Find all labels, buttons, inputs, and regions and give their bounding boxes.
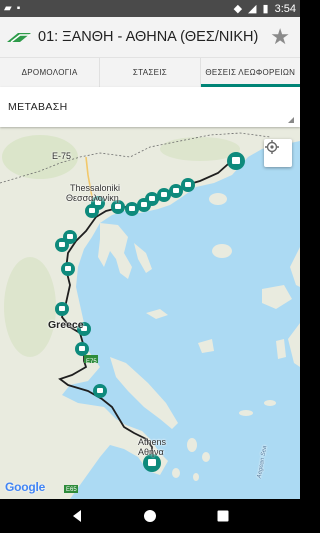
bus-marker xyxy=(61,262,75,276)
map-label-athens: Athens xyxy=(138,437,167,447)
land-lesvos xyxy=(262,285,292,309)
land-athos xyxy=(134,243,152,273)
system-nav-bar xyxy=(0,499,300,533)
wifi-icon: ◆ xyxy=(233,3,243,15)
back-icon[interactable] xyxy=(68,507,86,525)
land-thasos xyxy=(209,193,227,205)
bus-marker xyxy=(169,184,183,198)
tab-routes[interactable]: ΔΡΟΜΟΛΟΓΙΑ xyxy=(0,58,101,87)
bus-marker xyxy=(55,238,69,252)
map-view[interactable]: E-75 Thessaloniki Θεσσαλονίκη Greece E75… xyxy=(0,127,300,499)
app-logo-icon xyxy=(6,30,32,44)
clock: 3:54 xyxy=(274,2,296,15)
my-location-button[interactable] xyxy=(264,139,292,167)
land-andros xyxy=(187,438,197,452)
bus-marker xyxy=(157,188,171,202)
land-syros xyxy=(193,473,199,481)
land-tinos xyxy=(202,452,210,462)
land-sporades xyxy=(146,309,168,319)
map-label-athens-gr: Αθήνα xyxy=(138,447,164,457)
bus-marker xyxy=(55,302,69,316)
land-ikaria xyxy=(239,410,253,416)
map-label-greece: Greece xyxy=(48,319,84,331)
map-label-e75-south: E75 xyxy=(86,359,97,365)
map-label-thessaloniki-gr: Θεσσαλονίκη xyxy=(66,193,119,203)
dropdown-arrow-icon xyxy=(288,117,294,123)
bus-marker xyxy=(75,342,89,356)
map-label-e65: E65 xyxy=(66,487,77,493)
direction-select[interactable]: ΜΕΤΑΒΑΣΗ xyxy=(0,87,300,127)
land-chalkidiki xyxy=(98,223,132,279)
tab-stops[interactable]: ΣΤΑΣΕΙΣ xyxy=(100,58,201,87)
land-turkey-south xyxy=(288,323,300,367)
signal-icon: ◢ xyxy=(248,3,257,15)
map-label-thessaloniki: Thessaloniki xyxy=(70,183,121,193)
bus-marker xyxy=(93,384,107,398)
battery-icon: ▮ xyxy=(262,3,269,15)
land-skyros xyxy=(198,339,214,353)
land-chios xyxy=(276,339,286,359)
crosshair-icon xyxy=(265,140,279,154)
notification-icon: ▰ xyxy=(4,3,12,14)
tab-bar: ΔΡΟΜΟΛΟΓΙΑ ΣΤΑΣΕΙΣ ΘΕΣΕΙΣ ΛΕΩΦΟΡΕΙΩΝ xyxy=(0,57,301,87)
recents-icon[interactable] xyxy=(214,507,232,525)
terrain-west xyxy=(4,257,56,357)
google-logo: Google xyxy=(5,480,46,494)
google-attribution[interactable]: Google xyxy=(5,480,45,494)
bus-marker xyxy=(227,152,245,170)
land-turkey xyxy=(290,247,300,287)
land-samos xyxy=(264,400,276,406)
land-evia xyxy=(110,357,178,429)
sd-card-icon: ▪ xyxy=(16,3,21,14)
land-lemnos xyxy=(212,244,232,258)
direction-select-value: ΜΕΤΑΒΑΣΗ xyxy=(8,101,68,113)
home-icon[interactable] xyxy=(141,507,159,525)
status-bar: ▰ ▪ ◆ ◢ ▮ 3:54 xyxy=(0,0,300,17)
map-label-e75-north: E-75 xyxy=(52,151,72,161)
land-kea xyxy=(172,468,180,478)
bus-marker xyxy=(125,202,139,216)
bus-marker xyxy=(181,178,195,192)
star-icon[interactable]: ★ xyxy=(270,26,290,48)
bus-marker xyxy=(85,204,99,218)
bus-marker xyxy=(137,198,151,212)
app-bar: 01: ΞΑΝΘΗ - ΑΘΗΝΑ (ΘΕΣ/ΝΙΚΗ) ★ xyxy=(0,17,300,57)
tab-bus-positions[interactable]: ΘΕΣΕΙΣ ΛΕΩΦΟΡΕΙΩΝ xyxy=(200,58,301,87)
page-title: 01: ΞΑΝΘΗ - ΑΘΗΝΑ (ΘΕΣ/ΝΙΚΗ) xyxy=(38,29,259,45)
